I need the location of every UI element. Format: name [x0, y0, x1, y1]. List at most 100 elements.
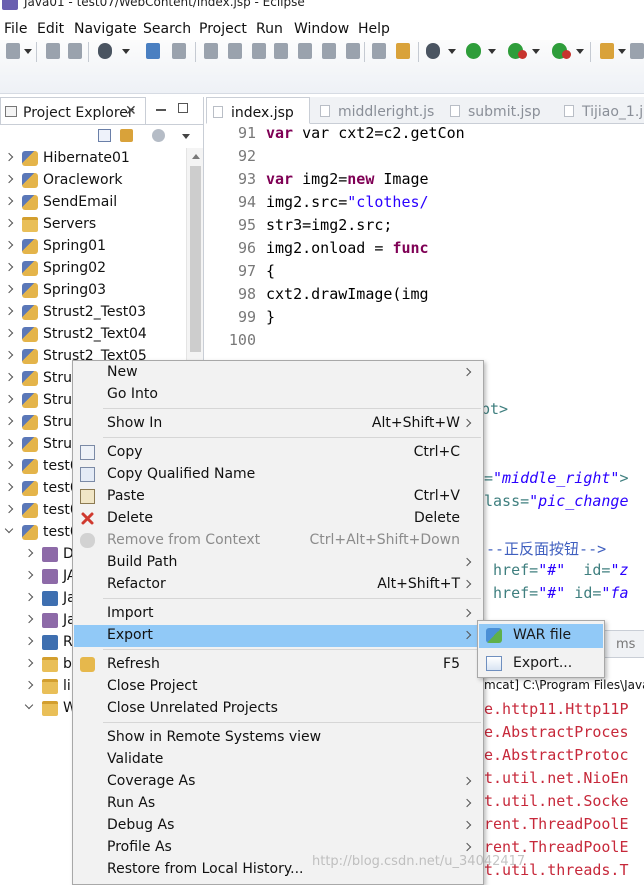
run-icon[interactable]: [466, 43, 481, 59]
menu-item-paste[interactable]: Paste Ctrl+V: [74, 486, 482, 508]
chevron-right-icon[interactable]: [4, 482, 14, 492]
tree-item[interactable]: Spring01: [0, 236, 186, 258]
menu-navigate[interactable]: Navigate: [74, 21, 137, 37]
chevron-right-icon[interactable]: [24, 592, 34, 602]
link-with-editor-icon[interactable]: [120, 129, 133, 142]
tab-tijiao-java[interactable]: Tijiao_1.jav: [558, 97, 644, 124]
step-into-icon[interactable]: [298, 43, 312, 59]
menu-window[interactable]: Window: [294, 21, 349, 37]
tree-item[interactable]: Oraclework: [0, 170, 186, 192]
menu-item-close-unrelated-projects[interactable]: Close Unrelated Projects: [74, 698, 482, 720]
pin-icon[interactable]: [172, 43, 186, 59]
chevron-right-icon[interactable]: [4, 240, 14, 250]
chevron-right-icon[interactable]: [4, 284, 14, 294]
menu-item-run-as[interactable]: Run As: [74, 793, 482, 815]
menu-item-new[interactable]: New: [74, 362, 482, 384]
code-line[interactable]: img2.src="clothes/: [266, 193, 429, 211]
new-server-icon[interactable]: [600, 43, 614, 59]
resume-icon[interactable]: [204, 43, 218, 59]
suspend-icon[interactable]: [228, 43, 242, 59]
menu-item-import[interactable]: Import: [74, 603, 482, 625]
chevron-down-icon[interactable]: [618, 49, 626, 54]
tree-item[interactable]: Spring02: [0, 258, 186, 280]
menu-item-validate[interactable]: Validate: [74, 749, 482, 771]
chevron-down-icon[interactable]: [488, 49, 496, 54]
menu-item-build-path[interactable]: Build Path: [74, 552, 482, 574]
minimize-icon[interactable]: [156, 109, 166, 111]
menu-search[interactable]: Search: [143, 21, 191, 37]
menu-help[interactable]: Help: [358, 21, 390, 37]
menu-item-refactor[interactable]: Refactor Alt+Shift+T: [74, 574, 482, 596]
chevron-right-icon[interactable]: [4, 174, 14, 184]
chevron-right-icon[interactable]: [4, 350, 14, 360]
code-line[interactable]: lass="pic_change: [484, 492, 629, 510]
menu-run[interactable]: Run: [256, 21, 283, 37]
menu-item-refresh[interactable]: Refresh F5: [74, 654, 482, 676]
focus-icon[interactable]: [152, 129, 165, 142]
new-icon[interactable]: [6, 43, 20, 59]
tab-index-jsp[interactable]: index.jsp: [206, 97, 310, 124]
chevron-right-icon[interactable]: [4, 196, 14, 206]
save-all-icon[interactable]: [68, 43, 82, 59]
chevron-right-icon[interactable]: [4, 438, 14, 448]
chevron-down-icon[interactable]: [122, 49, 130, 54]
menu-item-debug-as[interactable]: Debug As: [74, 815, 482, 837]
step-return-icon[interactable]: [346, 43, 360, 59]
chevron-right-icon[interactable]: [24, 570, 34, 580]
collapse-all-icon[interactable]: [98, 129, 111, 142]
menu-item-close-project[interactable]: Close Project: [74, 676, 482, 698]
scrollbar-thumb[interactable]: [190, 166, 201, 352]
disconnect-icon[interactable]: [274, 43, 288, 59]
menu-item-export-wizard[interactable]: Export...: [479, 652, 603, 676]
code-line[interactable]: var var cxt2=c2.getCon: [266, 124, 465, 142]
open-type-icon[interactable]: [630, 43, 644, 59]
tree-item[interactable]: Spring03: [0, 280, 186, 302]
menu-file[interactable]: File: [4, 21, 27, 37]
menu-edit[interactable]: Edit: [37, 21, 64, 37]
code-line[interactable]: href="#" id="z: [484, 561, 628, 579]
tab-middleright-js[interactable]: middleright.js: [314, 97, 444, 124]
code-line[interactable]: pt>: [481, 400, 508, 418]
chevron-right-icon[interactable]: [4, 306, 14, 316]
chevron-right-icon[interactable]: [24, 636, 34, 646]
code-line[interactable]: var img2=new Image: [266, 170, 429, 188]
console-icon[interactable]: [146, 43, 160, 59]
project-explorer-tab[interactable]: Project Explorer ✕: [0, 97, 146, 124]
code-line[interactable]: {: [266, 262, 275, 280]
scroll-up-icon[interactable]: [192, 154, 200, 159]
code-line[interactable]: img2.onload = func: [266, 239, 429, 257]
terminate-icon[interactable]: [252, 43, 266, 59]
save-icon[interactable]: [46, 43, 60, 59]
skip-breakpoints-icon[interactable]: [98, 43, 112, 59]
console-tab-label[interactable]: ms: [616, 637, 635, 652]
menu-item-export[interactable]: Export: [74, 625, 482, 647]
chevron-down-icon[interactable]: [576, 49, 584, 54]
chevron-down-icon[interactable]: [24, 49, 32, 54]
code-line[interactable]: str3=img2.src;: [266, 216, 392, 234]
chevron-right-icon[interactable]: [4, 416, 14, 426]
menu-item-show-in-remote-systems-view[interactable]: Show in Remote Systems view: [74, 727, 482, 749]
step-over-icon[interactable]: [322, 43, 336, 59]
tree-item[interactable]: SendEmail: [0, 192, 186, 214]
chevron-right-icon[interactable]: [24, 548, 34, 558]
chevron-right-icon[interactable]: [24, 680, 34, 690]
code-line[interactable]: --正反面按钮-->: [486, 538, 606, 559]
tab-submit-jsp[interactable]: submit.jsp: [444, 97, 550, 124]
tree-item[interactable]: Strust2_Text04: [0, 324, 186, 346]
menu-item-war-file[interactable]: WAR file: [479, 624, 603, 648]
chevron-right-icon[interactable]: [4, 394, 14, 404]
code-line[interactable]: cxt2.drawImage(img: [266, 285, 429, 303]
menu-item-show-in[interactable]: Show In Alt+Shift+W: [74, 413, 482, 435]
maximize-icon[interactable]: [178, 103, 188, 113]
chevron-right-icon[interactable]: [4, 372, 14, 382]
code-line[interactable]: }: [266, 308, 275, 326]
tree-item[interactable]: Strust2_Test03: [0, 302, 186, 324]
menu-item-go-into[interactable]: Go Into: [74, 384, 482, 406]
chevron-right-icon[interactable]: [4, 328, 14, 338]
debug-icon[interactable]: [426, 43, 440, 59]
chevron-down-icon[interactable]: [532, 49, 540, 54]
close-icon[interactable]: ✕: [125, 103, 137, 119]
menu-item-coverage-as[interactable]: Coverage As: [74, 771, 482, 793]
tree-item[interactable]: Servers: [0, 214, 186, 236]
chevron-down-icon[interactable]: [24, 700, 34, 710]
